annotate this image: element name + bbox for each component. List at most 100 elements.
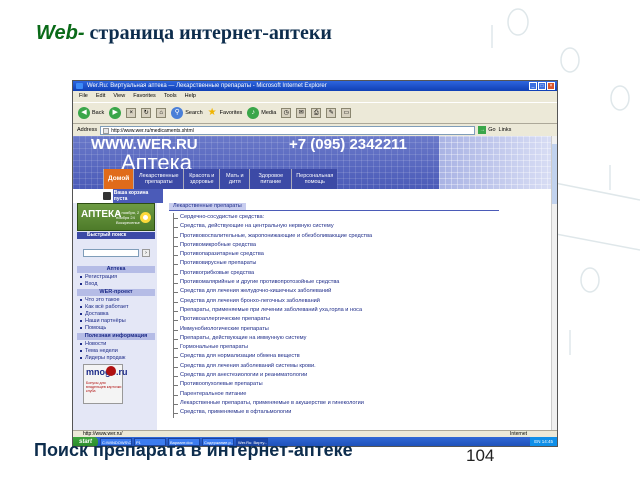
slide-number: 104 [466,446,495,465]
stop-icon[interactable]: × [126,108,137,118]
content-title: Лекарственные препараты [169,203,246,210]
maximize-icon[interactable]: □ [538,82,546,90]
nav-mother-child[interactable]: Мать и дитя [219,169,250,189]
media-label: Media [261,110,277,116]
category-item[interactable]: Иммунобиологические препараты [173,324,533,335]
category-item[interactable]: Препараты, действующие на иммунную систе… [173,333,533,344]
search-icon: ⚲ [171,107,184,119]
pharmacy-logo[interactable]: АПТЕКА 24 ноября, 2 ноября 24 Воскресень… [77,203,155,231]
sidebar-link-delivery[interactable]: Доставка [80,311,109,318]
category-item[interactable]: Парентеральное питание [173,389,533,400]
print-icon[interactable]: ⎙ [311,108,322,118]
category-item[interactable]: Противомалярийные и другие противопротоз… [173,278,533,288]
search-label: Search [185,110,203,116]
sidebar-link-login[interactable]: Вход [79,281,97,288]
close-icon[interactable]: × [547,82,555,90]
category-item[interactable]: Противогрибковые средства [173,268,533,279]
ie-icon [76,83,83,89]
title-web: Web- [36,22,85,44]
menu-bar: File Edit View Favorites Tools Help [73,92,557,101]
nav-healthy-food[interactable]: Здоровое питание [249,169,292,189]
sidebar-link-what-is-it[interactable]: Что это такое [80,297,120,304]
category-item[interactable]: Средства для лечения бронхо-легочных заб… [173,296,533,307]
cart-widget[interactable]: Ваша корзина пуста [103,189,163,203]
sidebar-link-register[interactable]: Регистрация [79,274,117,281]
folder-icon[interactable]: ▭ [341,108,352,118]
window-title-bar: Wer.Ru: Виртуальная аптека — Лекарственн… [73,81,557,91]
quick-search-heading: Быстрый поиск [77,232,155,239]
header-right-grid [439,136,551,189]
favorites-button[interactable]: ★ Favorites [208,108,243,118]
category-item[interactable]: Гормональные препараты [173,343,533,353]
menu-help[interactable]: Help [185,92,196,101]
address-input[interactable]: http://www.wer.ru/medicaments.shtml [100,125,476,135]
links-button[interactable]: Links [499,127,512,133]
sidebar-link-how-it-works[interactable]: Как всё работает [80,304,129,311]
site-header: WWW.WER.RU +7 (095) 2342211 Аптека Домой… [73,136,439,189]
quick-search-go-icon[interactable]: › [142,249,150,257]
menu-tools[interactable]: Tools [164,92,177,101]
web-page: WWW.WER.RU +7 (095) 2342211 Аптека Домой… [73,136,551,430]
status-bar: http://www.wer.ru/ Internet [73,430,557,437]
media-button[interactable]: ♪ Media [247,107,276,119]
forward-button[interactable]: ▶ [109,107,122,119]
back-button[interactable]: ◀ Back [78,107,104,119]
category-item[interactable]: Средства для нормализации обмена веществ [173,352,533,363]
category-item[interactable]: Противоаллергические препараты [173,315,533,325]
category-item[interactable]: Противопаразитарные средства [173,250,533,260]
main-content: Лекарственные препараты Сердечно-сосудис… [169,203,549,430]
quick-search-input[interactable] [83,249,139,257]
page-icon [103,127,110,134]
category-item[interactable]: Лекарственные препараты, применяемые в а… [173,398,533,409]
category-item[interactable]: Противовирусные препараты [173,259,533,270]
go-arrow-icon: → [478,126,487,134]
search-button[interactable]: ⚲ Search [171,107,203,119]
star-icon: ★ [207,107,217,118]
forward-arrow-icon: ▶ [109,107,122,119]
scrollbar-thumb[interactable] [552,144,557,204]
menu-file[interactable]: File [79,92,88,101]
category-item[interactable]: Средства для анестезиологии и реаниматол… [173,371,533,381]
edit-icon[interactable]: ✎ [326,108,337,118]
category-item[interactable]: Средства для лечения заболеваний системы… [173,361,533,372]
category-item[interactable]: Средства, применяемые в офтальмологии [173,408,533,418]
refresh-icon[interactable]: ↻ [141,108,152,118]
sidebar-link-partners[interactable]: Наши партнёры [80,318,126,325]
nav-home[interactable]: Домой [103,169,134,189]
category-item[interactable]: Противоопухолевые препараты [173,380,533,390]
category-item[interactable]: Средства для лечения желудочно-кишечных … [173,287,533,297]
mail-icon[interactable]: ✉ [296,108,307,118]
category-item[interactable]: Препараты, применяемые при лечении забол… [173,305,533,316]
nav-beauty-health[interactable]: Красота и здоровье [183,169,220,189]
home-icon[interactable]: ⌂ [156,108,167,118]
mnogo-banner[interactable]: mnogo.ru Бонусы для владельцев карточки … [83,364,128,404]
sidebar-link-bestsellers[interactable]: Лидеры продаж [79,355,125,362]
daisy-icon [140,212,151,223]
banner-emblem-icon [106,366,116,376]
go-button[interactable]: → Go [478,126,496,134]
go-label: Go [488,127,496,133]
nav-personal-help[interactable]: Персональная помощь [291,169,338,189]
sidebar-link-topic-of-week[interactable]: Тема недели [80,348,118,355]
menu-edit[interactable]: Edit [96,92,105,101]
nav-medicaments[interactable]: Лекарственные препараты [133,169,184,189]
cart-icon [103,192,111,200]
menu-view[interactable]: View [113,92,125,101]
sidebar-heading-pharmacy: Аптека [77,266,155,273]
site-phone: +7 (095) 2342211 [289,136,408,153]
cart-label: Ваша корзина пуста [112,189,163,203]
menu-favorites[interactable]: Favorites [133,92,156,101]
sidebar-link-news[interactable]: Новости [79,341,106,348]
category-item[interactable]: Противомикробные средства [173,240,533,251]
history-icon[interactable]: ◷ [281,108,292,118]
category-item[interactable]: Сердечно-сосудистые средства: [173,213,533,223]
vertical-scrollbar[interactable] [551,136,557,430]
sidebar-link-help[interactable]: Помощь [79,325,106,332]
address-value: http://www.wer.ru/medicaments.shtml [111,127,194,134]
minimize-icon[interactable]: _ [529,82,537,90]
category-item[interactable]: Противовоспалительные, жаропонижающие и … [173,231,533,242]
category-item[interactable]: Средства, действующие на центральную нер… [173,222,533,232]
favorites-label: Favorites [219,110,243,116]
content-title-underline [169,210,499,211]
media-icon: ♪ [247,107,260,119]
